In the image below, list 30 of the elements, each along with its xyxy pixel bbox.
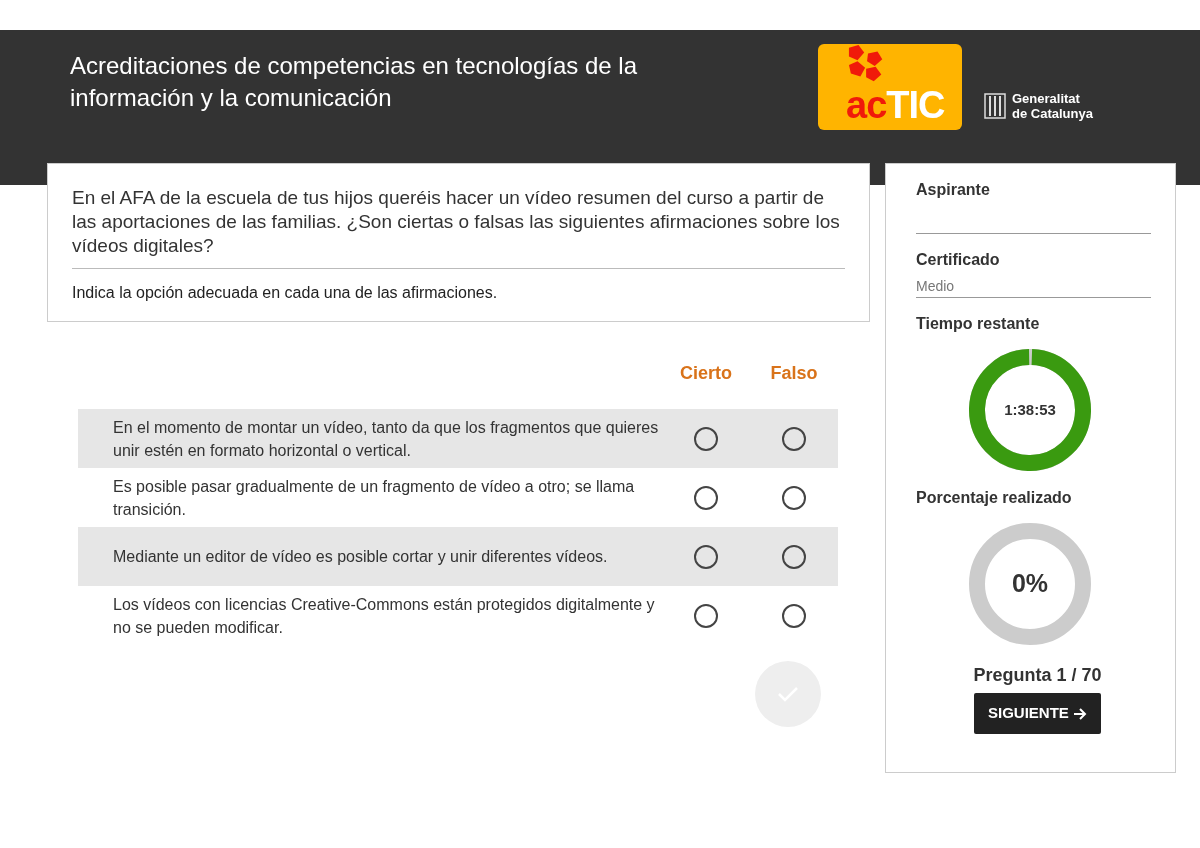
- radio-button[interactable]: [782, 603, 806, 628]
- arrow-right-icon: [1073, 708, 1087, 721]
- emblem-icon: [984, 93, 1006, 119]
- question-counter: Pregunta 1 / 70: [972, 664, 1103, 687]
- certificate-field: Medio: [916, 272, 1151, 298]
- radio-button[interactable]: [782, 485, 806, 510]
- radio-button[interactable]: [782, 544, 806, 569]
- next-button[interactable]: SIGUIENTE: [974, 693, 1101, 734]
- column-header: Cierto: [679, 362, 733, 385]
- instruction-text: Indica la opción adecuada en cada una de las afirmaciones.: [72, 283, 499, 303]
- progress-percent: 0%: [1011, 568, 1049, 600]
- logo-text: acTIC: [846, 86, 946, 124]
- statement-text: Mediante un editor de vídeo es posible cortar y unir diferentes vídeos.: [112, 547, 609, 567]
- candidate-label: Aspirante: [916, 180, 991, 200]
- column-header: Falso: [769, 362, 819, 385]
- radio-button[interactable]: [694, 426, 718, 451]
- time-label: Tiempo restante: [916, 314, 1041, 334]
- radio-button[interactable]: [694, 603, 718, 628]
- statement-text: Es posible pasar gradualmente de un fragmento de vídeo a otro; se llama transición.: [112, 476, 636, 520]
- certificate-label: Certificado: [916, 250, 1001, 270]
- radio-button[interactable]: [694, 485, 718, 510]
- institution-name: Generalitat de Catalunya: [1012, 91, 1093, 121]
- question-text: En el AFA de la escuela de tus hijos queréis hacer un vídeo resumen del curso a partir de las aportaciones de las familias. ¿Son ciertas o falsas las siguientes afirmaciones sobre los vídeos digitales?: [72, 186, 845, 269]
- radio-button[interactable]: [782, 426, 806, 451]
- time-remaining: 1:38:53: [1004, 399, 1056, 420]
- progress-label: Porcentaje realizado: [916, 488, 1073, 508]
- statement-text: Los vídeos con licencias Creative-Commons están protegidos digitalmente y no se pueden modificar.: [112, 594, 656, 638]
- radio-button[interactable]: [694, 544, 718, 569]
- page-title: Acreditaciones de competencias en tecnologías de la información y la comunicación: [70, 51, 639, 113]
- statement-text: En el momento de montar un vídeo, tanto da que los fragmentos que quieres unir estén en formato horizontal o vertical.: [112, 417, 660, 461]
